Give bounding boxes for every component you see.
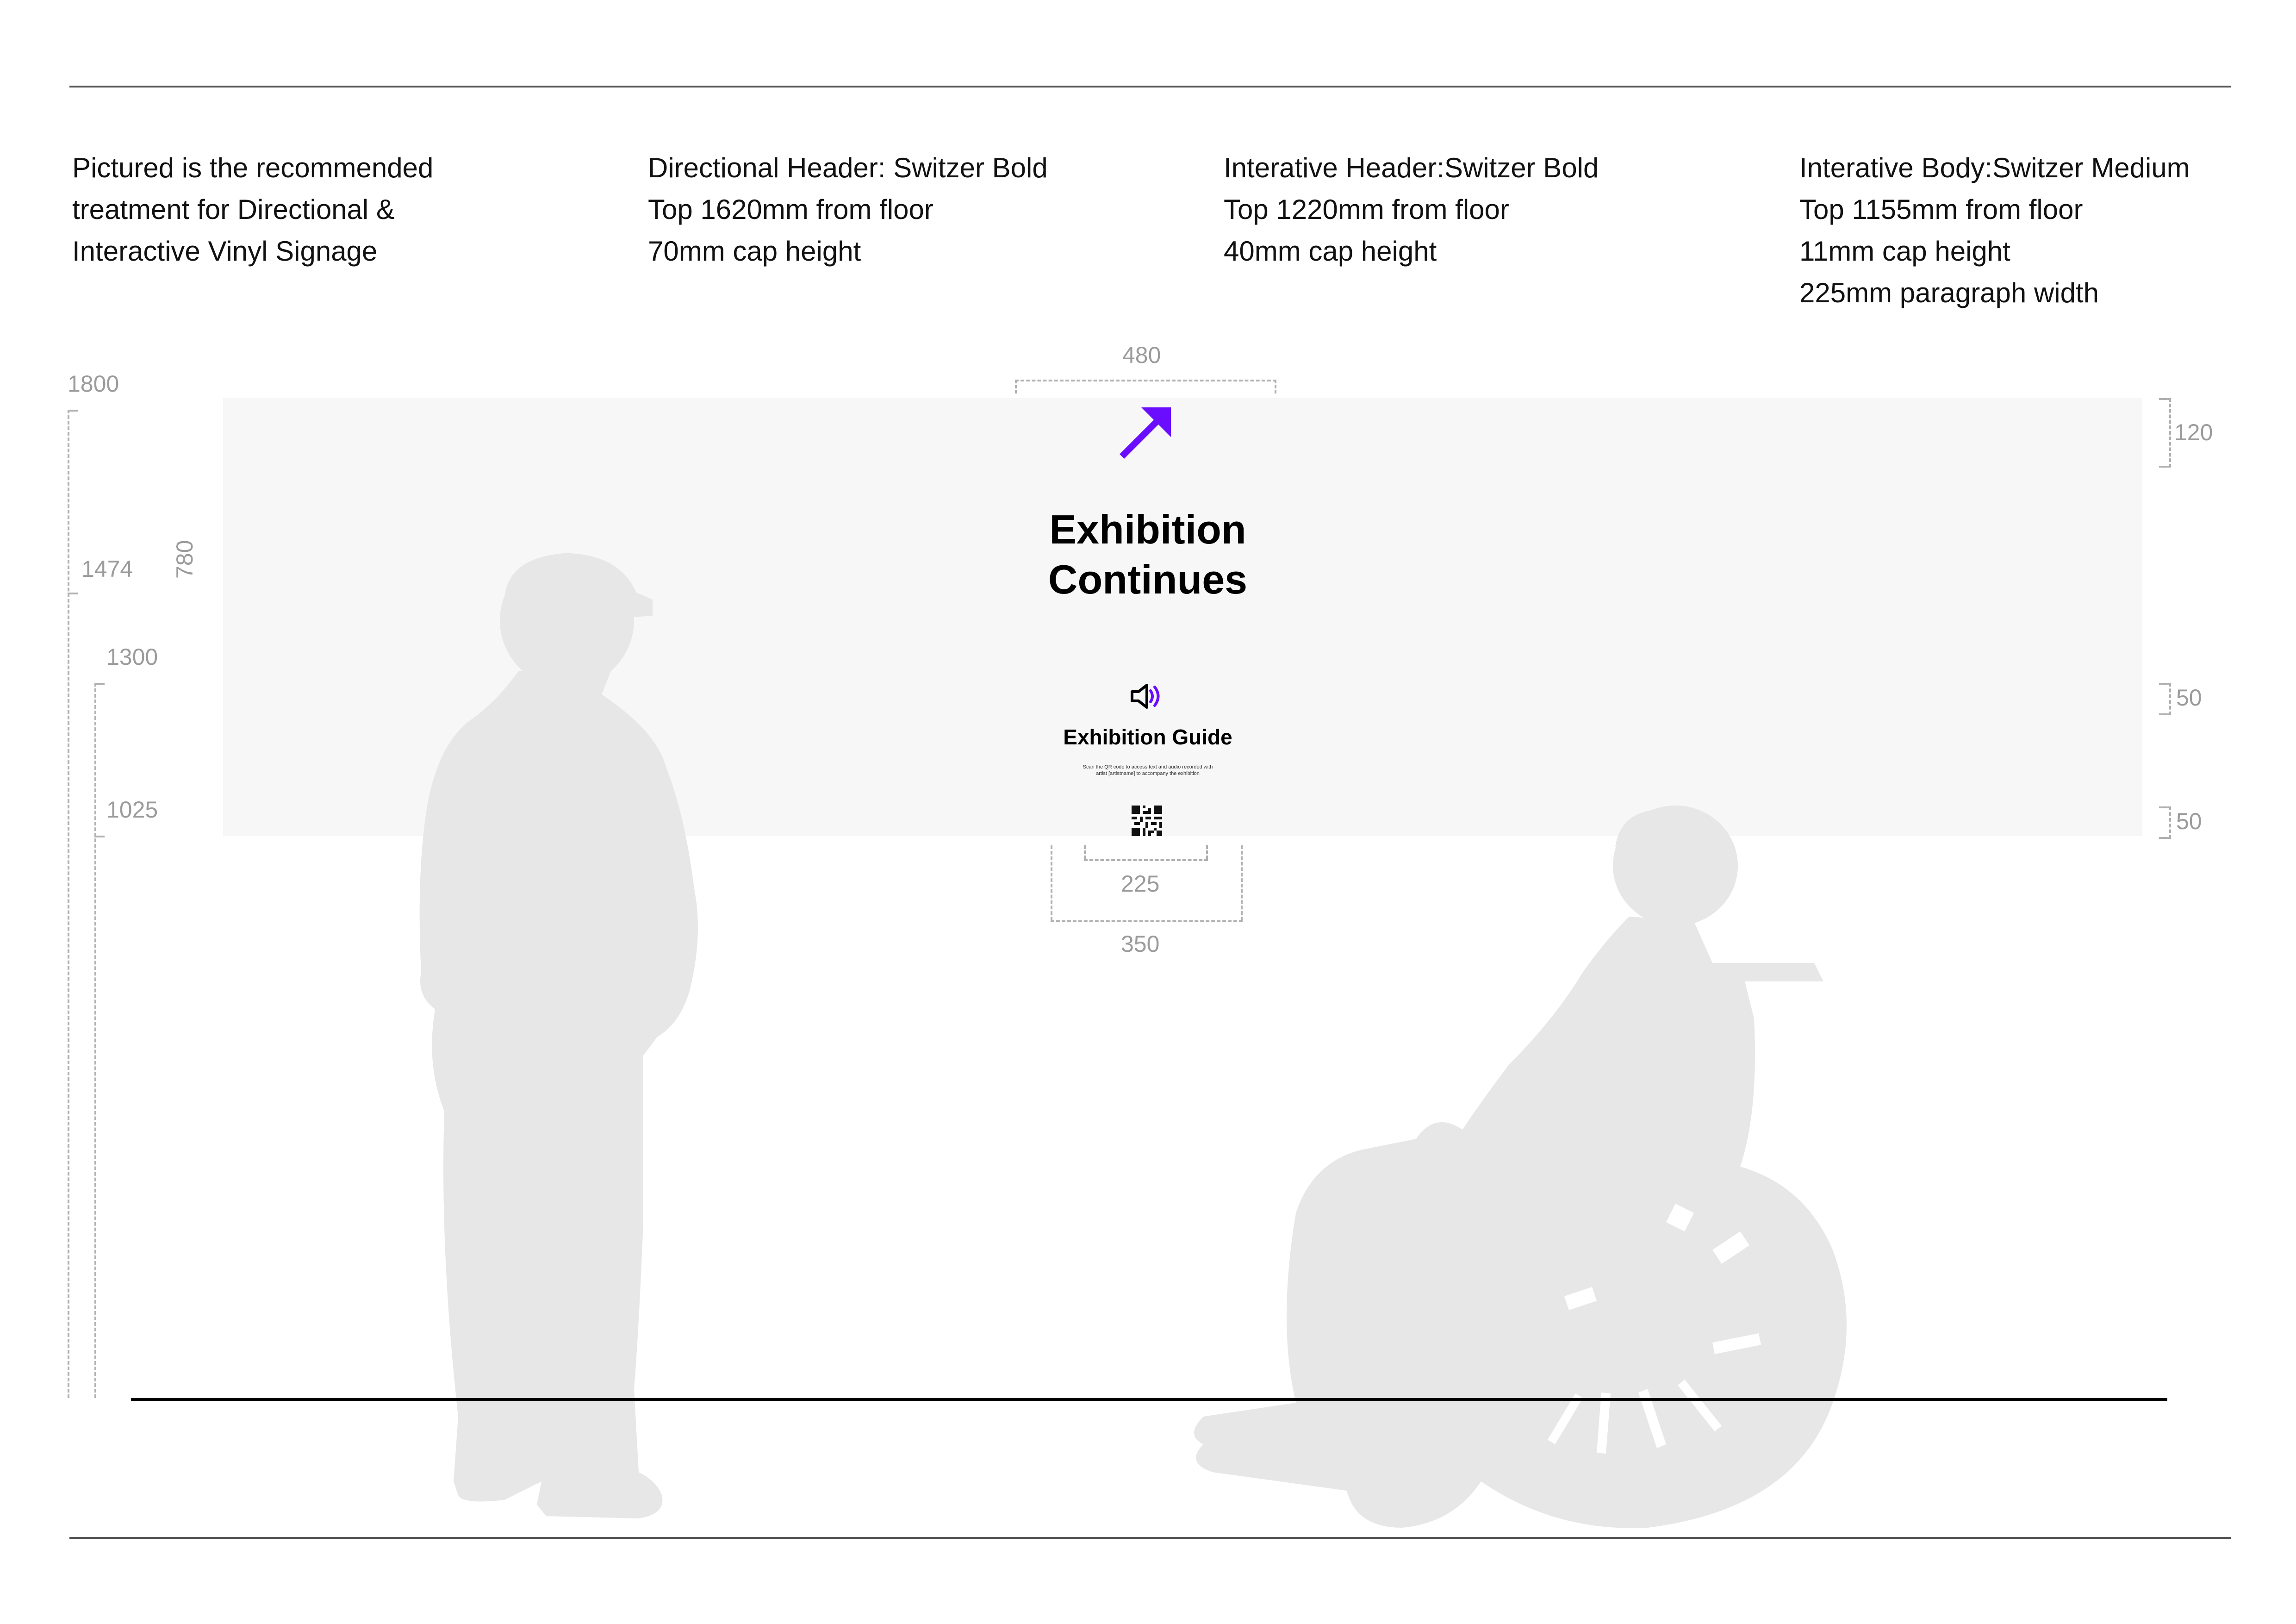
guide-width-end [1051,845,1052,920]
height-label-1300: 1300 [106,644,158,670]
standing-person-silhouette [419,553,698,1518]
height-label-1474: 1474 [81,556,133,582]
guide-width-line [1051,920,1243,922]
body-width-label: 225 [1121,871,1160,897]
arrow-width-end [1275,380,1276,394]
wheelchair-user-silhouette [1194,806,1847,1528]
height-label-1800: 1800 [68,371,119,397]
directional-header-line: Continues [1048,556,1248,602]
guide-width-label: 350 [1121,931,1160,957]
floor-line [131,1398,2167,1401]
arrow-width-label: 480 [1122,342,1161,368]
qr-code-icon[interactable] [1132,806,1162,836]
directional-header-line: Exhibition [1049,506,1246,552]
arrow-up-right-icon [1120,407,1171,459]
height-tick [68,410,78,412]
panel-height-label: 780 [172,540,198,579]
arrow-width-line [1015,380,1276,381]
height-tick [94,836,105,837]
height-line-1300 [94,683,96,1398]
gap-lower-bracket [2159,806,2171,839]
height-label-1025: 1025 [106,797,158,823]
height-line-1800 [68,410,69,1398]
height-tick [94,683,105,685]
body-width-end [1084,845,1086,859]
arrow-width-end [1015,380,1017,394]
guide-width-end [1241,845,1243,920]
gap-lower-label: 50 [2176,808,2202,834]
interactive-body: Scan the QR code to access text and audi… [1083,764,1213,776]
arrow-top-bracket [2159,398,2171,468]
interactive-header: Exhibition Guide [1063,725,1232,749]
arrow-top-label: 120 [2174,419,2213,445]
gap-upper-label: 50 [2176,685,2202,711]
height-tick [68,593,78,594]
body-width-line [1084,859,1208,861]
body-width-end [1206,845,1208,859]
speaker-icon [1131,684,1160,709]
directional-header: Exhibition Continues [963,505,1333,605]
gap-upper-bracket [2159,683,2171,715]
